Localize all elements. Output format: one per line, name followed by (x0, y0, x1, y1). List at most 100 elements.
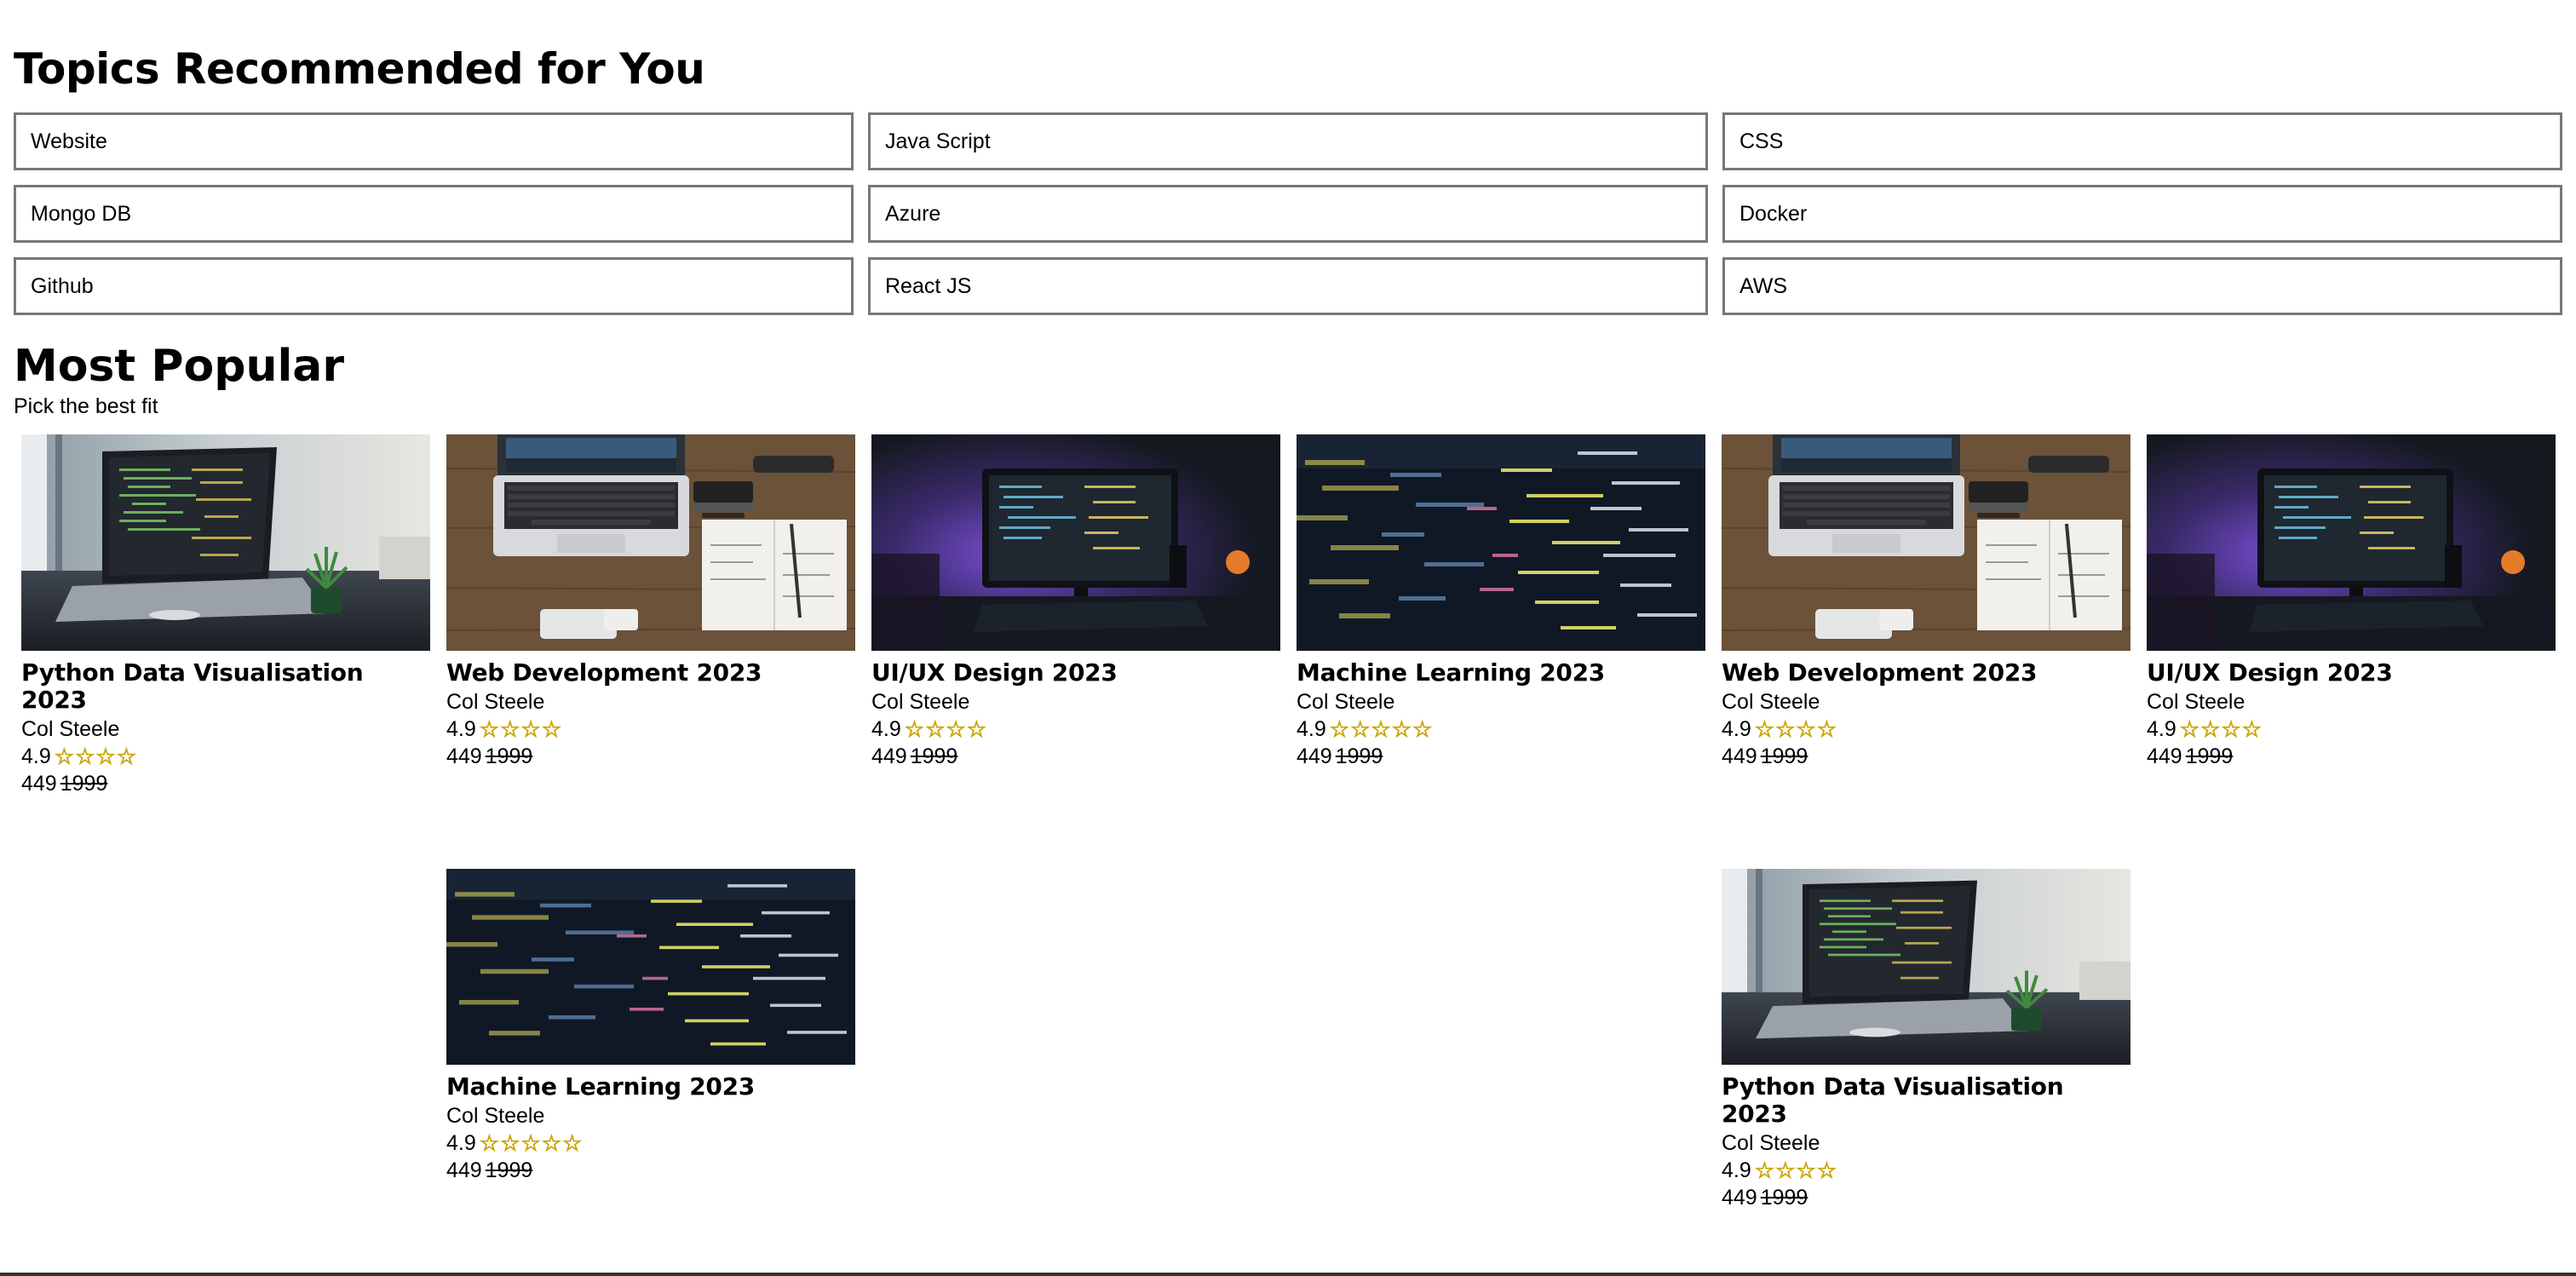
course-author: Col Steele (1722, 1131, 1820, 1155)
rating-stars: ☆ ☆ ☆ ☆ (479, 716, 562, 742)
star-icon: ☆ (2221, 716, 2241, 742)
course-thumbnail[interactable] (21, 434, 430, 651)
topic-aws-button[interactable]: AWS (1722, 257, 2562, 315)
course-author: Col Steele (21, 717, 120, 741)
course-thumbnail[interactable] (1297, 434, 1705, 651)
star-icon: ☆ (54, 744, 75, 769)
rating-value: 4.9 (446, 1131, 476, 1155)
star-icon: ☆ (520, 716, 541, 742)
course-card[interactable]: Python Data Visualisation 2023 Col Steele… (1722, 869, 2130, 1211)
star-icon: ☆ (946, 716, 966, 742)
topic-azure-button[interactable]: Azure (868, 185, 1708, 243)
current-price: 449 (871, 744, 907, 768)
star-icon: ☆ (500, 1130, 520, 1156)
current-price: 449 (446, 744, 482, 768)
course-card[interactable]: UI/UX Design 2023 Col Steele 4.9 ☆ ☆ ☆ ☆ 449 199… (871, 434, 1280, 770)
course-rating: 4.9 ☆ ☆ ☆ ☆ (2147, 716, 2556, 743)
star-icon: ☆ (925, 716, 946, 742)
course-title[interactable]: UI/UX Design 2023 (2147, 659, 2556, 687)
course-title[interactable]: Web Development 2023 (1722, 659, 2130, 687)
rating-stars: ☆ ☆ ☆ ☆ ☆ (479, 1130, 584, 1156)
star-icon: ☆ (2179, 716, 2200, 742)
course-thumbnail[interactable] (446, 434, 855, 651)
course-rating: 4.9 ☆ ☆ ☆ ☆ (871, 716, 1280, 743)
course-title[interactable]: Python Data Visualisation 2023 (21, 659, 430, 714)
star-icon: ☆ (479, 1130, 500, 1156)
original-price: 1999 (1760, 744, 1808, 768)
current-price: 449 (21, 772, 57, 796)
star-icon: ☆ (1754, 1158, 1775, 1183)
star-icon: ☆ (1412, 716, 1433, 742)
course-price: 449 1999 (446, 743, 855, 770)
course-author: Col Steele (1722, 690, 1820, 714)
course-card[interactable]: UI/UX Design 2023 Col Steele 4.9 ☆ ☆ ☆ ☆ 449 199… (2147, 434, 2556, 770)
original-price: 1999 (60, 772, 108, 796)
rating-stars: ☆ ☆ ☆ ☆ (2179, 716, 2263, 742)
original-price: 1999 (910, 744, 958, 768)
course-author: Col Steele (2147, 690, 2245, 714)
star-icon: ☆ (1754, 716, 1775, 742)
topic-reactjs-button[interactable]: React JS (868, 257, 1708, 315)
course-author: Col Steele (446, 1104, 545, 1128)
course-rating: 4.9 ☆ ☆ ☆ ☆ ☆ (1297, 716, 1705, 743)
star-icon: ☆ (562, 1130, 583, 1156)
topics-heading: Topics Recommended for You (14, 44, 705, 94)
footer-divider (0, 1273, 2576, 1276)
rating-value: 4.9 (1297, 717, 1326, 741)
original-price: 1999 (2185, 744, 2234, 768)
star-icon: ☆ (75, 744, 95, 769)
course-rating: 4.9 ☆ ☆ ☆ ☆ (446, 716, 855, 743)
course-card[interactable]: Machine Learning 2023 Col Steele 4.9 ☆ ☆ ☆ ☆ ☆ 4… (1297, 434, 1705, 770)
current-price: 449 (1722, 1186, 1757, 1210)
course-card[interactable]: Machine Learning 2023 Col Steele 4.9 ☆ ☆ ☆ ☆ ☆ 4… (446, 869, 855, 1184)
course-title[interactable]: Web Development 2023 (446, 659, 855, 687)
topic-css-button[interactable]: CSS (1722, 112, 2562, 170)
current-price: 449 (2147, 744, 2182, 768)
topic-website-button[interactable]: Website (14, 112, 854, 170)
star-icon: ☆ (1775, 716, 1796, 742)
star-icon: ☆ (1350, 716, 1371, 742)
rating-value: 4.9 (1722, 717, 1751, 741)
course-price: 449 1999 (871, 743, 1280, 770)
topic-javascript-button[interactable]: Java Script (868, 112, 1708, 170)
topic-mongodb-button[interactable]: Mongo DB (14, 185, 854, 243)
star-icon: ☆ (1816, 1158, 1837, 1183)
original-price: 1999 (485, 744, 533, 768)
course-card[interactable]: Web Development 2023 Col Steele 4.9 ☆ ☆ ☆ ☆ 449… (1722, 434, 2130, 770)
course-thumbnail[interactable] (1722, 434, 2130, 651)
star-icon: ☆ (1796, 716, 1816, 742)
course-thumbnail[interactable] (446, 869, 855, 1065)
course-card[interactable]: Web Development 2023 Col Steele 4.9 ☆ ☆ ☆ ☆ 449… (446, 434, 855, 770)
star-icon: ☆ (1796, 1158, 1816, 1183)
topics-grid: Website Java Script CSS Mongo DB Azure D… (14, 112, 2562, 315)
star-icon: ☆ (1371, 716, 1391, 742)
star-icon: ☆ (95, 744, 116, 769)
course-thumbnail[interactable] (1722, 869, 2130, 1065)
course-card[interactable]: Python Data Visualisation 2023 Col Steele… (21, 434, 430, 797)
course-title[interactable]: UI/UX Design 2023 (871, 659, 1280, 687)
topic-github-button[interactable]: Github (14, 257, 854, 315)
course-price: 449 1999 (21, 770, 430, 797)
star-icon: ☆ (116, 744, 137, 769)
course-rating: 4.9 ☆ ☆ ☆ ☆ ☆ (446, 1129, 855, 1157)
rating-value: 4.9 (871, 717, 901, 741)
topic-docker-button[interactable]: Docker (1722, 185, 2562, 243)
course-title[interactable]: Python Data Visualisation 2023 (1722, 1073, 2130, 1128)
course-title[interactable]: Machine Learning 2023 (1297, 659, 1705, 687)
course-price: 449 1999 (1297, 743, 1705, 770)
current-price: 449 (1297, 744, 1332, 768)
rating-stars: ☆ ☆ ☆ ☆ (1754, 716, 1837, 742)
star-icon: ☆ (1816, 716, 1837, 742)
star-icon: ☆ (520, 1130, 541, 1156)
star-icon: ☆ (500, 716, 520, 742)
original-price: 1999 (1760, 1186, 1808, 1210)
star-icon: ☆ (2200, 716, 2221, 742)
course-thumbnail[interactable] (2147, 434, 2556, 651)
course-thumbnail[interactable] (871, 434, 1280, 651)
rating-stars: ☆ ☆ ☆ ☆ (1754, 1158, 1837, 1183)
star-icon: ☆ (2241, 716, 2263, 742)
rating-value: 4.9 (21, 744, 51, 768)
star-icon: ☆ (1391, 716, 1412, 742)
star-icon: ☆ (541, 1130, 562, 1156)
course-title[interactable]: Machine Learning 2023 (446, 1073, 855, 1101)
